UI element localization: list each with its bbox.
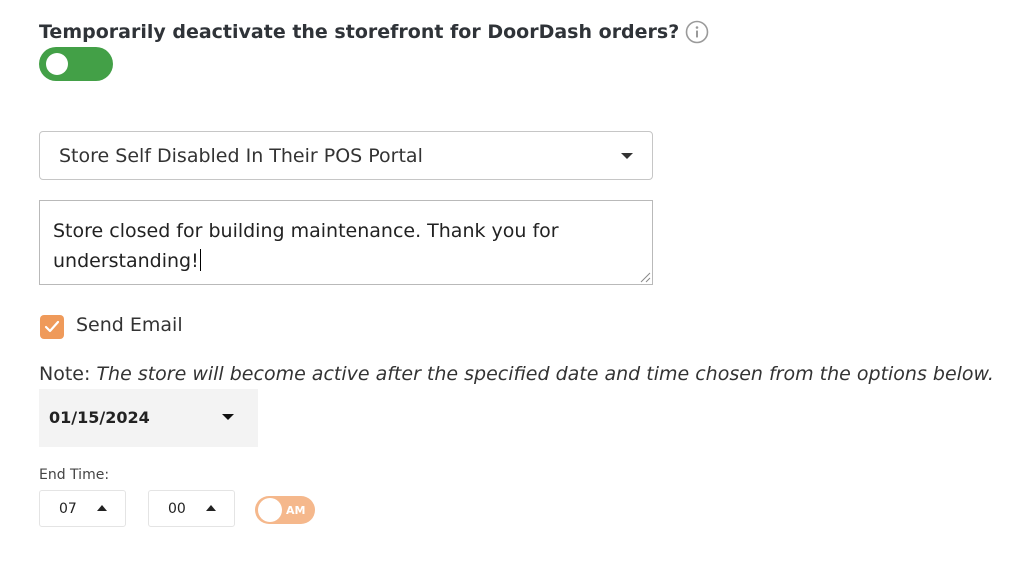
- info-icon[interactable]: [685, 20, 709, 44]
- minute-stepper[interactable]: 00: [148, 490, 235, 527]
- end-time-label: End Time:: [39, 467, 110, 483]
- send-email-label: Send Email: [76, 314, 183, 336]
- checkmark-icon: [44, 320, 60, 333]
- caret-up-icon[interactable]: [97, 505, 107, 511]
- caret-up-icon[interactable]: [206, 505, 216, 511]
- reason-select[interactable]: Store Self Disabled In Their POS Portal: [39, 131, 653, 180]
- hour-value: 07: [59, 501, 77, 517]
- text-cursor: [199, 249, 201, 271]
- note-body: The store will become active after the s…: [96, 363, 994, 385]
- reason-select-value: Store Self Disabled In Their POS Portal: [59, 145, 423, 167]
- note-prefix: Note:: [39, 363, 91, 385]
- message-textarea[interactable]: Store closed for building maintenance. T…: [39, 200, 653, 285]
- note-text: Note: The store will become active after…: [39, 363, 994, 385]
- hour-stepper[interactable]: 07: [39, 490, 126, 527]
- toggle-knob: [258, 498, 282, 522]
- chevron-down-icon: [621, 153, 633, 159]
- deactivate-question-label: Temporarily deactivate the storefront fo…: [39, 21, 680, 43]
- deactivate-question: Temporarily deactivate the storefront fo…: [39, 20, 709, 44]
- send-email-checkbox[interactable]: [40, 315, 64, 339]
- am-pm-label: AM: [286, 504, 306, 517]
- am-pm-toggle[interactable]: AM: [255, 496, 315, 524]
- toggle-knob: [46, 53, 68, 75]
- caret-down-icon: [222, 414, 234, 420]
- message-text: Store closed for building maintenance. T…: [53, 220, 559, 272]
- resize-handle-icon[interactable]: [639, 271, 651, 283]
- minute-value: 00: [168, 501, 186, 517]
- date-picker[interactable]: 01/15/2024: [39, 389, 258, 447]
- deactivate-toggle[interactable]: [39, 47, 113, 81]
- date-value: 01/15/2024: [49, 408, 150, 427]
